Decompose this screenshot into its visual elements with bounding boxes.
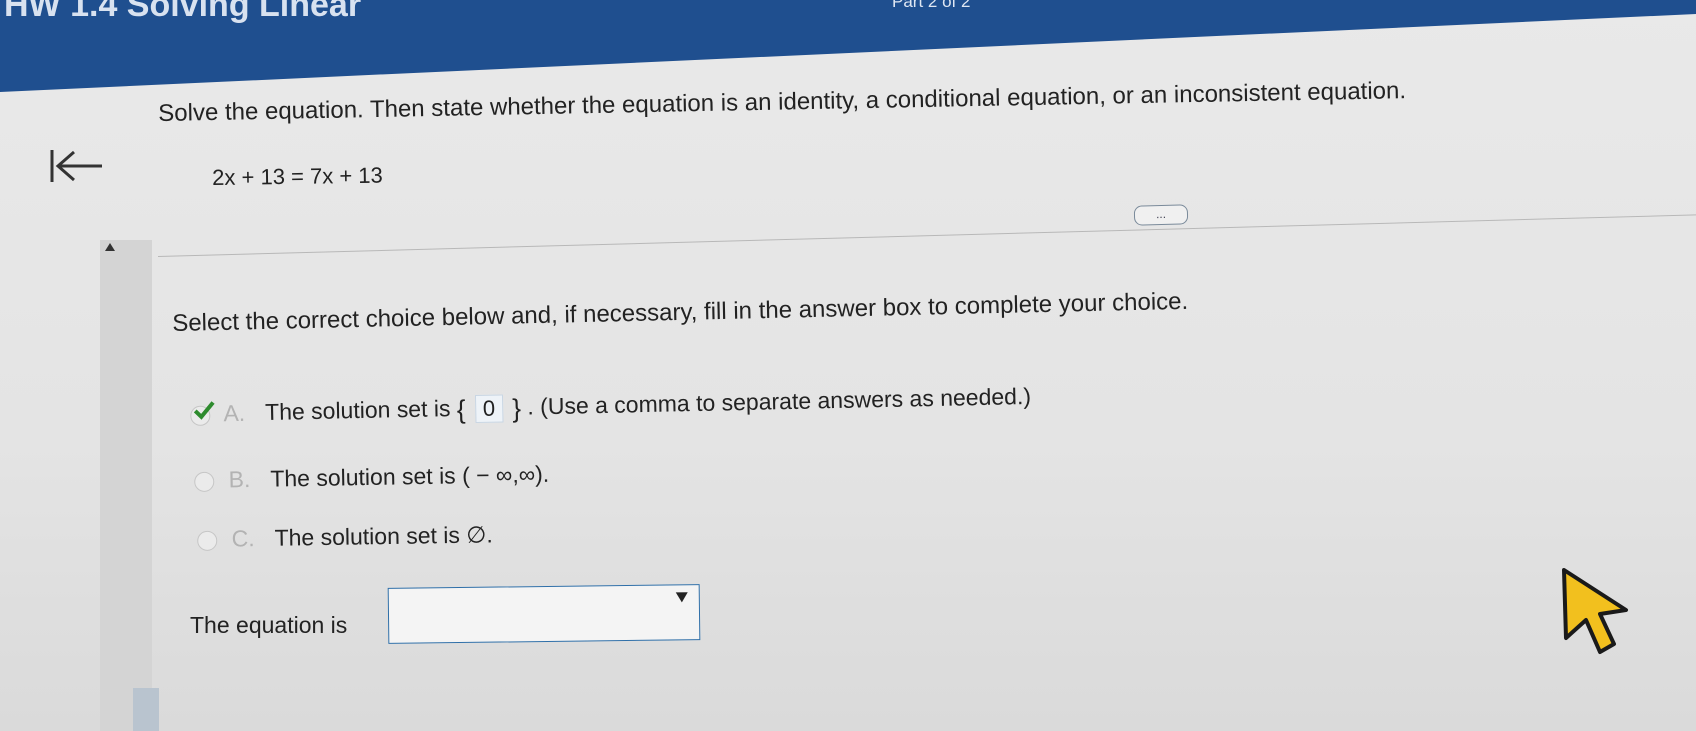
assignment-title: HW 1.4 Solving Linear [4,0,362,24]
radio-b[interactable] [194,471,215,492]
choice-letter: C. [231,525,255,552]
equation-type-dropdown[interactable] [387,584,701,644]
answer-input[interactable]: 0 [474,394,504,423]
sidebar-block [133,688,159,731]
part-label: Part 2 of 2 [892,0,971,11]
left-sidebar-strip [100,240,152,731]
choice-a[interactable]: A. The solution set is { 0 } . (Use a co… [190,382,1031,431]
choice-text: The solution set is ∅. [274,521,493,551]
choice-note: . (Use a comma to separate answers as ne… [527,382,1032,420]
choice-letter: A. [223,399,246,426]
question-prompt: Solve the equation. Then state whether t… [158,77,1407,127]
radio-c[interactable] [197,530,218,551]
section-divider [158,213,1696,257]
equation-type-label: The equation is [190,612,348,638]
choice-b[interactable]: B. The solution set is ( − ∞,∞). [194,461,549,494]
page: HW 1.4 Solving Linear Part 2 of 2 Solve … [0,0,1696,731]
checkmark-icon [193,400,215,420]
back-arrow-icon[interactable] [48,146,104,186]
choice-text: The solution set is ( − ∞,∞). [270,460,550,492]
collapse-triangle-icon[interactable] [104,242,116,252]
set-open-brace: { [456,394,466,425]
choice-letter: B. [228,466,251,493]
radio-a[interactable] [190,400,215,426]
mouse-pointer-icon [1562,568,1628,654]
set-close-brace: } [512,393,522,424]
instruction-text: Select the correct choice below and, if … [172,287,1189,337]
choice-text: The solution set is [264,395,451,426]
choice-c[interactable]: C. The solution set is ∅. [197,521,493,553]
more-button[interactable]: ... [1133,204,1189,226]
equation: 2x + 13 = 7x + 13 [212,162,383,190]
dropdown-arrow-icon[interactable] [675,591,689,603]
